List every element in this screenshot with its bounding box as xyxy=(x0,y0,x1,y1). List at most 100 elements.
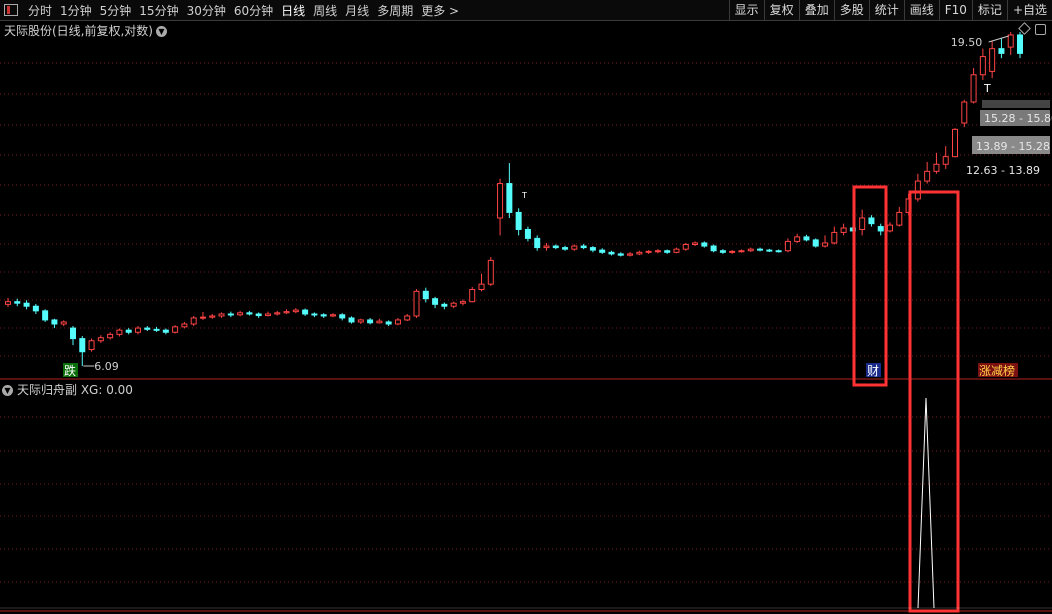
candle-body xyxy=(1007,34,1014,48)
candle-body xyxy=(450,302,457,307)
candle-body xyxy=(562,247,569,250)
candle-body xyxy=(264,313,271,317)
zdb-marker[interactable]: 涨减榜 xyxy=(979,363,1015,378)
candles xyxy=(5,32,1023,366)
candle-body xyxy=(757,248,764,251)
candle-body xyxy=(42,310,49,321)
kline-chart[interactable]: 15.28 - 15.8013.89 - 15.2812.63 - 13.89 … xyxy=(0,0,1052,614)
candle-body xyxy=(190,317,197,325)
candle-body xyxy=(367,319,374,324)
candle-body xyxy=(23,302,30,307)
candle-body xyxy=(348,317,355,323)
candle-body xyxy=(357,319,364,323)
candle-body xyxy=(107,333,114,339)
candle-body xyxy=(283,311,290,314)
highlight-box-cai xyxy=(852,185,888,387)
candle-body xyxy=(589,247,596,251)
candle-body xyxy=(784,240,791,252)
candle-body xyxy=(32,305,39,312)
candle-body xyxy=(887,224,894,232)
candle-body xyxy=(404,315,411,321)
candle-body xyxy=(255,313,262,317)
indicator-plot xyxy=(0,397,1052,609)
candle-body xyxy=(877,226,884,232)
candle-body xyxy=(673,248,680,253)
candle-body xyxy=(803,236,810,241)
candle-body xyxy=(868,217,875,225)
candle-body xyxy=(237,312,244,316)
candle-body xyxy=(534,237,541,249)
candle-body xyxy=(1017,34,1023,54)
grid-lines xyxy=(0,62,1052,612)
candle-body xyxy=(812,239,819,247)
candle-body xyxy=(719,250,726,253)
price-zone-label: 13.89 - 15.28 xyxy=(976,140,1050,153)
die-marker[interactable]: 跌 xyxy=(64,363,76,378)
candle-body xyxy=(134,327,141,333)
candle-body xyxy=(571,245,578,250)
highlight-boxes xyxy=(852,185,960,613)
candle-body xyxy=(339,314,346,319)
candle-body xyxy=(701,242,708,247)
candle-body xyxy=(292,309,299,313)
candle-body xyxy=(487,259,494,285)
candle-body xyxy=(979,56,986,76)
candle-body xyxy=(682,243,689,250)
candle-body xyxy=(469,289,476,303)
t-mark: T xyxy=(983,82,991,95)
candle-body xyxy=(942,156,949,165)
candle-body xyxy=(79,338,86,353)
candle-body xyxy=(5,301,11,305)
candle-body xyxy=(441,303,448,307)
candle-body xyxy=(515,211,522,230)
candle-body xyxy=(172,326,179,333)
price-zone-strip xyxy=(982,100,1050,108)
candle-body xyxy=(432,298,439,305)
candle-body xyxy=(859,217,866,230)
candle-body xyxy=(376,320,383,324)
candle-body xyxy=(924,170,931,182)
candle-body xyxy=(199,316,206,319)
candle-body xyxy=(692,242,699,245)
candle-body xyxy=(989,48,996,72)
candle-body xyxy=(524,228,531,239)
price-zone-label: 15.28 - 15.80 xyxy=(984,112,1052,125)
chart-labels: 19.50 6.09 T T 跌 财 涨减榜 xyxy=(63,35,1018,378)
price-zone-label: 12.63 - 13.89 xyxy=(966,164,1040,177)
candle-body xyxy=(627,253,634,256)
candle-body xyxy=(747,248,754,252)
candle-body xyxy=(125,329,132,333)
candle-body xyxy=(227,313,234,316)
candle-body xyxy=(181,323,188,328)
candle-body xyxy=(961,101,968,124)
candle-body xyxy=(766,249,773,252)
candle-body xyxy=(654,250,661,253)
candle-body xyxy=(320,314,327,317)
candle-body xyxy=(840,227,847,233)
candle-body xyxy=(88,340,95,351)
candle-body xyxy=(162,329,169,333)
candle-body xyxy=(970,74,977,103)
candle-body xyxy=(422,290,429,300)
candle-body xyxy=(69,327,76,340)
candle-body xyxy=(329,314,336,317)
candle-body xyxy=(738,250,745,253)
candle-body xyxy=(729,250,736,253)
candle-body xyxy=(394,319,401,325)
candle-body xyxy=(218,313,225,317)
high-price-label: 19.50 xyxy=(951,36,983,49)
candle-body xyxy=(209,315,216,318)
candle-body xyxy=(794,236,801,242)
candle-body xyxy=(385,321,392,325)
cai-marker[interactable]: 财 xyxy=(867,364,879,378)
candle-body xyxy=(543,245,550,249)
candle-body xyxy=(478,283,485,291)
price-zones: 15.28 - 15.80 13.89 - 15.28 12.63 - 13.89 xyxy=(962,100,1052,178)
candle-body xyxy=(775,250,782,253)
candle-body xyxy=(459,301,466,304)
candle-body xyxy=(896,211,903,226)
low-price-label: 6.09 xyxy=(94,360,119,373)
t-mark: T xyxy=(521,191,527,200)
candle-body xyxy=(51,319,58,325)
candle-body xyxy=(246,312,253,315)
